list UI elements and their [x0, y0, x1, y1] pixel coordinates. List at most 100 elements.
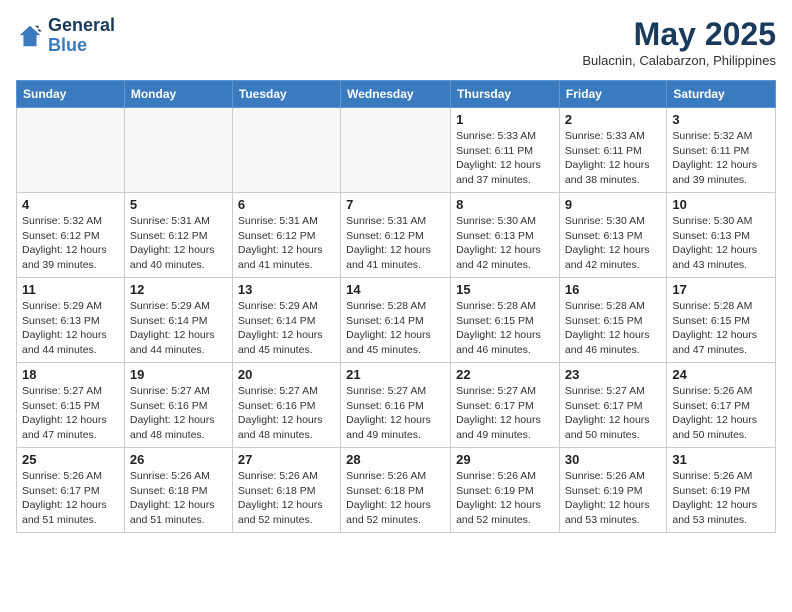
- calendar-cell: 12Sunrise: 5:29 AM Sunset: 6:14 PM Dayli…: [124, 278, 232, 363]
- day-info: Sunrise: 5:28 AM Sunset: 6:15 PM Dayligh…: [456, 299, 554, 358]
- day-number: 29: [456, 452, 554, 467]
- day-number: 15: [456, 282, 554, 297]
- day-info: Sunrise: 5:31 AM Sunset: 6:12 PM Dayligh…: [238, 214, 335, 273]
- logo-icon: [16, 22, 44, 50]
- calendar-cell: 11 Sunrise: 5:29 AM Sunset: 6:13 PM Dayli…: [17, 278, 125, 363]
- day-info: Sunrise: 5:30 AM Sunset: 6:13 PM Dayligh…: [672, 214, 770, 273]
- calendar-cell: 7 Sunrise: 5:31 AM Sunset: 6:12 PM Daylig…: [341, 193, 451, 278]
- day-number: 6: [238, 197, 335, 212]
- day-number: 11: [22, 282, 119, 297]
- day-number: 31: [672, 452, 770, 467]
- day-info: Sunrise: 5:32 AM Sunset: 6:11 PM Dayligh…: [672, 129, 770, 188]
- day-number: 8: [456, 197, 554, 212]
- day-number: 3: [672, 112, 770, 127]
- day-number: 10: [672, 197, 770, 212]
- calendar-cell: 3 Sunrise: 5:32 AM Sunset: 6:11 PM Daylig…: [667, 108, 776, 193]
- calendar-cell: 10 Sunrise: 5:30 AM Sunset: 6:13 PM Dayli…: [667, 193, 776, 278]
- day-number: 28: [346, 452, 445, 467]
- calendar-cell: 23 Sunrise: 5:27 AM Sunset: 6:17 PM Dayli…: [559, 363, 666, 448]
- calendar-cell: 22 Sunrise: 5:27 AM Sunset: 6:17 PM Dayli…: [451, 363, 560, 448]
- day-number: 25: [22, 452, 119, 467]
- day-number: 7: [346, 197, 445, 212]
- day-number: 2: [565, 112, 661, 127]
- location-subtitle: Bulacnin, Calabarzon, Philippines: [582, 53, 776, 68]
- day-number: 17: [672, 282, 770, 297]
- day-number: 9: [565, 197, 661, 212]
- weekday-header-sunday: Sunday: [17, 81, 125, 108]
- day-info: Sunrise: 5:27 AM Sunset: 6:17 PM Dayligh…: [565, 384, 661, 443]
- day-number: 23: [565, 367, 661, 382]
- day-number: 1: [456, 112, 554, 127]
- day-number: 13: [238, 282, 335, 297]
- day-info: Sunrise: 5:26 AM Sunset: 6:17 PM Dayligh…: [672, 384, 770, 443]
- calendar-cell: [17, 108, 125, 193]
- calendar-cell: 25 Sunrise: 5:26 AM Sunset: 6:17 PM Dayli…: [17, 448, 125, 533]
- weekday-header-monday: Monday: [124, 81, 232, 108]
- day-number: 12: [130, 282, 227, 297]
- calendar-cell: [232, 108, 340, 193]
- day-info: Sunrise: 5:28 AM Sunset: 6:14 PM Dayligh…: [346, 299, 445, 358]
- weekday-header-friday: Friday: [559, 81, 666, 108]
- day-info: Sunrise: 5:27 AM Sunset: 6:16 PM Dayligh…: [346, 384, 445, 443]
- calendar-week-1: 1 Sunrise: 5:33 AM Sunset: 6:11 PM Daylig…: [17, 108, 776, 193]
- calendar-cell: 17 Sunrise: 5:28 AM Sunset: 6:15 PM Dayli…: [667, 278, 776, 363]
- calendar-cell: [124, 108, 232, 193]
- calendar-cell: 13 Sunrise: 5:29 AM Sunset: 6:14 PM Dayli…: [232, 278, 340, 363]
- logo-text: General Blue: [48, 16, 115, 56]
- day-number: 22: [456, 367, 554, 382]
- calendar-cell: 6 Sunrise: 5:31 AM Sunset: 6:12 PM Daylig…: [232, 193, 340, 278]
- calendar-cell: 29 Sunrise: 5:26 AM Sunset: 6:19 PM Dayli…: [451, 448, 560, 533]
- day-number: 27: [238, 452, 335, 467]
- calendar-cell: 27Sunrise: 5:26 AM Sunset: 6:18 PM Dayli…: [232, 448, 340, 533]
- calendar-week-4: 18 Sunrise: 5:27 AM Sunset: 6:15 PM Dayli…: [17, 363, 776, 448]
- day-info: Sunrise: 5:27 AM Sunset: 6:16 PM Dayligh…: [238, 384, 335, 443]
- calendar-cell: 2 Sunrise: 5:33 AM Sunset: 6:11 PM Daylig…: [559, 108, 666, 193]
- day-info: Sunrise: 5:26 AM Sunset: 6:19 PM Dayligh…: [565, 469, 661, 528]
- day-info: Sunrise: 5:30 AM Sunset: 6:13 PM Dayligh…: [456, 214, 554, 273]
- day-info: Sunrise: 5:26 AM Sunset: 6:18 PM Dayligh…: [130, 469, 227, 528]
- calendar-cell: 30Sunrise: 5:26 AM Sunset: 6:19 PM Dayli…: [559, 448, 666, 533]
- day-info: Sunrise: 5:27 AM Sunset: 6:15 PM Dayligh…: [22, 384, 119, 443]
- day-number: 20: [238, 367, 335, 382]
- calendar-cell: 1Sunrise: 5:33 AM Sunset: 6:11 PM Daylig…: [451, 108, 560, 193]
- page-header: General Blue May 2025 Bulacnin, Calabarz…: [16, 16, 776, 68]
- day-number: 18: [22, 367, 119, 382]
- day-info: Sunrise: 5:27 AM Sunset: 6:16 PM Dayligh…: [130, 384, 227, 443]
- calendar-week-3: 11 Sunrise: 5:29 AM Sunset: 6:13 PM Dayli…: [17, 278, 776, 363]
- calendar-cell: 4 Sunrise: 5:32 AM Sunset: 6:12 PM Daylig…: [17, 193, 125, 278]
- day-info: Sunrise: 5:29 AM Sunset: 6:14 PM Dayligh…: [238, 299, 335, 358]
- calendar-week-2: 4 Sunrise: 5:32 AM Sunset: 6:12 PM Daylig…: [17, 193, 776, 278]
- weekday-header-tuesday: Tuesday: [232, 81, 340, 108]
- calendar-cell: 14Sunrise: 5:28 AM Sunset: 6:14 PM Dayli…: [341, 278, 451, 363]
- calendar-cell: 31Sunrise: 5:26 AM Sunset: 6:19 PM Dayli…: [667, 448, 776, 533]
- calendar-cell: 8 Sunrise: 5:30 AM Sunset: 6:13 PM Daylig…: [451, 193, 560, 278]
- day-number: 5: [130, 197, 227, 212]
- day-info: Sunrise: 5:31 AM Sunset: 6:12 PM Dayligh…: [130, 214, 227, 273]
- logo: General Blue: [16, 16, 115, 56]
- calendar-cell: 26 Sunrise: 5:26 AM Sunset: 6:18 PM Dayli…: [124, 448, 232, 533]
- day-info: Sunrise: 5:31 AM Sunset: 6:12 PM Dayligh…: [346, 214, 445, 273]
- weekday-header-row: SundayMondayTuesdayWednesdayThursdayFrid…: [17, 81, 776, 108]
- calendar-week-5: 25 Sunrise: 5:26 AM Sunset: 6:17 PM Dayli…: [17, 448, 776, 533]
- day-number: 16: [565, 282, 661, 297]
- calendar-cell: 28Sunrise: 5:26 AM Sunset: 6:18 PM Dayli…: [341, 448, 451, 533]
- calendar-cell: 20 Sunrise: 5:27 AM Sunset: 6:16 PM Dayli…: [232, 363, 340, 448]
- weekday-header-saturday: Saturday: [667, 81, 776, 108]
- day-info: Sunrise: 5:26 AM Sunset: 6:17 PM Dayligh…: [22, 469, 119, 528]
- day-info: Sunrise: 5:26 AM Sunset: 6:19 PM Dayligh…: [456, 469, 554, 528]
- day-info: Sunrise: 5:28 AM Sunset: 6:15 PM Dayligh…: [672, 299, 770, 358]
- calendar-cell: 21 Sunrise: 5:27 AM Sunset: 6:16 PM Dayli…: [341, 363, 451, 448]
- day-number: 21: [346, 367, 445, 382]
- calendar-cell: [341, 108, 451, 193]
- calendar-cell: 9Sunrise: 5:30 AM Sunset: 6:13 PM Daylig…: [559, 193, 666, 278]
- day-number: 4: [22, 197, 119, 212]
- day-number: 26: [130, 452, 227, 467]
- day-info: Sunrise: 5:32 AM Sunset: 6:12 PM Dayligh…: [22, 214, 119, 273]
- day-info: Sunrise: 5:27 AM Sunset: 6:17 PM Dayligh…: [456, 384, 554, 443]
- day-info: Sunrise: 5:29 AM Sunset: 6:13 PM Dayligh…: [22, 299, 119, 358]
- calendar-cell: 24 Sunrise: 5:26 AM Sunset: 6:17 PM Dayli…: [667, 363, 776, 448]
- day-number: 24: [672, 367, 770, 382]
- weekday-header-wednesday: Wednesday: [341, 81, 451, 108]
- calendar-table: SundayMondayTuesdayWednesdayThursdayFrid…: [16, 80, 776, 533]
- day-info: Sunrise: 5:33 AM Sunset: 6:11 PM Dayligh…: [565, 129, 661, 188]
